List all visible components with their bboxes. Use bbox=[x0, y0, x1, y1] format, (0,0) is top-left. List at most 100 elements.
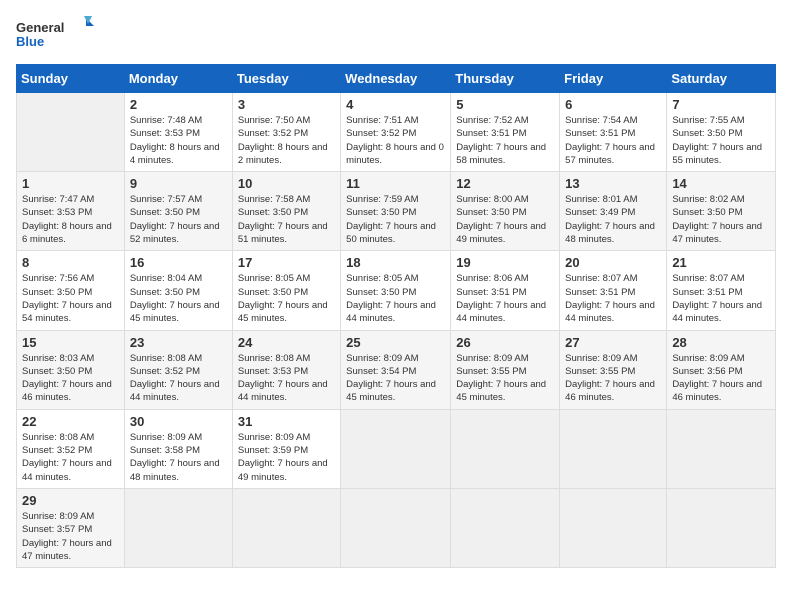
calendar-cell: 11 Sunrise: 7:59 AMSunset: 3:50 PMDaylig… bbox=[341, 172, 451, 251]
day-info: Sunrise: 8:06 AMSunset: 3:51 PMDaylight:… bbox=[456, 273, 546, 324]
day-number: 1 bbox=[22, 176, 119, 191]
day-info: Sunrise: 8:02 AMSunset: 3:50 PMDaylight:… bbox=[672, 194, 762, 245]
day-number: 8 bbox=[22, 255, 119, 270]
calendar-cell: 4 Sunrise: 7:51 AMSunset: 3:52 PMDayligh… bbox=[341, 93, 451, 172]
day-number: 18 bbox=[346, 255, 445, 270]
calendar-cell bbox=[341, 409, 451, 488]
day-number: 31 bbox=[238, 414, 335, 429]
calendar-cell bbox=[667, 488, 776, 567]
day-info: Sunrise: 8:09 AMSunset: 3:57 PMDaylight:… bbox=[22, 511, 112, 562]
header-row: Sunday Monday Tuesday Wednesday Thursday… bbox=[17, 65, 776, 93]
calendar-cell: 12 Sunrise: 8:00 AMSunset: 3:50 PMDaylig… bbox=[451, 172, 560, 251]
calendar-cell: 26 Sunrise: 8:09 AMSunset: 3:55 PMDaylig… bbox=[451, 330, 560, 409]
calendar-cell: 22 Sunrise: 8:08 AMSunset: 3:52 PMDaylig… bbox=[17, 409, 125, 488]
day-info: Sunrise: 7:52 AMSunset: 3:51 PMDaylight:… bbox=[456, 115, 546, 166]
col-sunday: Sunday bbox=[17, 65, 125, 93]
day-number: 21 bbox=[672, 255, 770, 270]
day-info: Sunrise: 8:07 AMSunset: 3:51 PMDaylight:… bbox=[672, 273, 762, 324]
day-info: Sunrise: 8:09 AMSunset: 3:55 PMDaylight:… bbox=[456, 353, 546, 404]
calendar-cell: 31 Sunrise: 8:09 AMSunset: 3:59 PMDaylig… bbox=[232, 409, 340, 488]
day-number: 6 bbox=[565, 97, 661, 112]
calendar-cell bbox=[451, 488, 560, 567]
page-container: General Blue Sunday Monday Tuesday Wedne… bbox=[16, 16, 776, 568]
day-number: 17 bbox=[238, 255, 335, 270]
day-info: Sunrise: 7:50 AMSunset: 3:52 PMDaylight:… bbox=[238, 115, 328, 166]
calendar-cell bbox=[667, 409, 776, 488]
day-info: Sunrise: 7:57 AMSunset: 3:50 PMDaylight:… bbox=[130, 194, 220, 245]
calendar-cell bbox=[451, 409, 560, 488]
day-number: 23 bbox=[130, 335, 227, 350]
calendar-cell: 2 Sunrise: 7:48 AMSunset: 3:53 PMDayligh… bbox=[124, 93, 232, 172]
day-number: 19 bbox=[456, 255, 554, 270]
day-number: 28 bbox=[672, 335, 770, 350]
logo-svg: General Blue bbox=[16, 16, 96, 56]
calendar-week-row: 15 Sunrise: 8:03 AMSunset: 3:50 PMDaylig… bbox=[17, 330, 776, 409]
calendar-cell: 27 Sunrise: 8:09 AMSunset: 3:55 PMDaylig… bbox=[560, 330, 667, 409]
day-number: 3 bbox=[238, 97, 335, 112]
calendar-cell: 13 Sunrise: 8:01 AMSunset: 3:49 PMDaylig… bbox=[560, 172, 667, 251]
calendar-cell bbox=[232, 488, 340, 567]
calendar-cell: 29 Sunrise: 8:09 AMSunset: 3:57 PMDaylig… bbox=[17, 488, 125, 567]
day-number: 24 bbox=[238, 335, 335, 350]
day-number: 30 bbox=[130, 414, 227, 429]
day-number: 11 bbox=[346, 176, 445, 191]
col-thursday: Thursday bbox=[451, 65, 560, 93]
day-number: 29 bbox=[22, 493, 119, 508]
calendar-cell bbox=[560, 409, 667, 488]
day-number: 22 bbox=[22, 414, 119, 429]
calendar-cell: 23 Sunrise: 8:08 AMSunset: 3:52 PMDaylig… bbox=[124, 330, 232, 409]
day-number: 25 bbox=[346, 335, 445, 350]
day-info: Sunrise: 7:56 AMSunset: 3:50 PMDaylight:… bbox=[22, 273, 112, 324]
day-number: 7 bbox=[672, 97, 770, 112]
calendar-cell: 3 Sunrise: 7:50 AMSunset: 3:52 PMDayligh… bbox=[232, 93, 340, 172]
calendar-week-row: 1 Sunrise: 7:47 AMSunset: 3:53 PMDayligh… bbox=[17, 172, 776, 251]
day-number: 16 bbox=[130, 255, 227, 270]
calendar-cell: 9 Sunrise: 7:57 AMSunset: 3:50 PMDayligh… bbox=[124, 172, 232, 251]
calendar-cell: 6 Sunrise: 7:54 AMSunset: 3:51 PMDayligh… bbox=[560, 93, 667, 172]
day-info: Sunrise: 8:08 AMSunset: 3:52 PMDaylight:… bbox=[130, 353, 220, 404]
day-number: 13 bbox=[565, 176, 661, 191]
day-number: 5 bbox=[456, 97, 554, 112]
calendar-week-row: 29 Sunrise: 8:09 AMSunset: 3:57 PMDaylig… bbox=[17, 488, 776, 567]
calendar-cell: 8 Sunrise: 7:56 AMSunset: 3:50 PMDayligh… bbox=[17, 251, 125, 330]
col-wednesday: Wednesday bbox=[341, 65, 451, 93]
day-number: 10 bbox=[238, 176, 335, 191]
day-info: Sunrise: 7:48 AMSunset: 3:53 PMDaylight:… bbox=[130, 115, 220, 166]
col-tuesday: Tuesday bbox=[232, 65, 340, 93]
calendar-cell: 10 Sunrise: 7:58 AMSunset: 3:50 PMDaylig… bbox=[232, 172, 340, 251]
calendar-table: Sunday Monday Tuesday Wednesday Thursday… bbox=[16, 64, 776, 568]
calendar-cell: 28 Sunrise: 8:09 AMSunset: 3:56 PMDaylig… bbox=[667, 330, 776, 409]
calendar-cell: 25 Sunrise: 8:09 AMSunset: 3:54 PMDaylig… bbox=[341, 330, 451, 409]
day-number: 26 bbox=[456, 335, 554, 350]
col-saturday: Saturday bbox=[667, 65, 776, 93]
day-info: Sunrise: 8:01 AMSunset: 3:49 PMDaylight:… bbox=[565, 194, 655, 245]
day-info: Sunrise: 7:54 AMSunset: 3:51 PMDaylight:… bbox=[565, 115, 655, 166]
calendar-week-row: 2 Sunrise: 7:48 AMSunset: 3:53 PMDayligh… bbox=[17, 93, 776, 172]
calendar-week-row: 22 Sunrise: 8:08 AMSunset: 3:52 PMDaylig… bbox=[17, 409, 776, 488]
day-info: Sunrise: 7:55 AMSunset: 3:50 PMDaylight:… bbox=[672, 115, 762, 166]
day-info: Sunrise: 8:08 AMSunset: 3:52 PMDaylight:… bbox=[22, 432, 112, 483]
day-info: Sunrise: 7:59 AMSunset: 3:50 PMDaylight:… bbox=[346, 194, 436, 245]
calendar-week-row: 8 Sunrise: 7:56 AMSunset: 3:50 PMDayligh… bbox=[17, 251, 776, 330]
day-info: Sunrise: 8:05 AMSunset: 3:50 PMDaylight:… bbox=[346, 273, 436, 324]
day-info: Sunrise: 8:07 AMSunset: 3:51 PMDaylight:… bbox=[565, 273, 655, 324]
calendar-cell: 24 Sunrise: 8:08 AMSunset: 3:53 PMDaylig… bbox=[232, 330, 340, 409]
calendar-cell: 30 Sunrise: 8:09 AMSunset: 3:58 PMDaylig… bbox=[124, 409, 232, 488]
calendar-cell: 18 Sunrise: 8:05 AMSunset: 3:50 PMDaylig… bbox=[341, 251, 451, 330]
calendar-cell: 17 Sunrise: 8:05 AMSunset: 3:50 PMDaylig… bbox=[232, 251, 340, 330]
day-number: 14 bbox=[672, 176, 770, 191]
calendar-cell: 19 Sunrise: 8:06 AMSunset: 3:51 PMDaylig… bbox=[451, 251, 560, 330]
day-info: Sunrise: 8:09 AMSunset: 3:58 PMDaylight:… bbox=[130, 432, 220, 483]
day-info: Sunrise: 8:09 AMSunset: 3:55 PMDaylight:… bbox=[565, 353, 655, 404]
day-info: Sunrise: 8:05 AMSunset: 3:50 PMDaylight:… bbox=[238, 273, 328, 324]
col-friday: Friday bbox=[560, 65, 667, 93]
day-info: Sunrise: 7:51 AMSunset: 3:52 PMDaylight:… bbox=[346, 115, 444, 166]
day-number: 4 bbox=[346, 97, 445, 112]
calendar-cell: 16 Sunrise: 8:04 AMSunset: 3:50 PMDaylig… bbox=[124, 251, 232, 330]
calendar-cell: 14 Sunrise: 8:02 AMSunset: 3:50 PMDaylig… bbox=[667, 172, 776, 251]
day-number: 15 bbox=[22, 335, 119, 350]
calendar-cell: 15 Sunrise: 8:03 AMSunset: 3:50 PMDaylig… bbox=[17, 330, 125, 409]
calendar-cell bbox=[17, 93, 125, 172]
calendar-cell: 21 Sunrise: 8:07 AMSunset: 3:51 PMDaylig… bbox=[667, 251, 776, 330]
calendar-cell: 1 Sunrise: 7:47 AMSunset: 3:53 PMDayligh… bbox=[17, 172, 125, 251]
